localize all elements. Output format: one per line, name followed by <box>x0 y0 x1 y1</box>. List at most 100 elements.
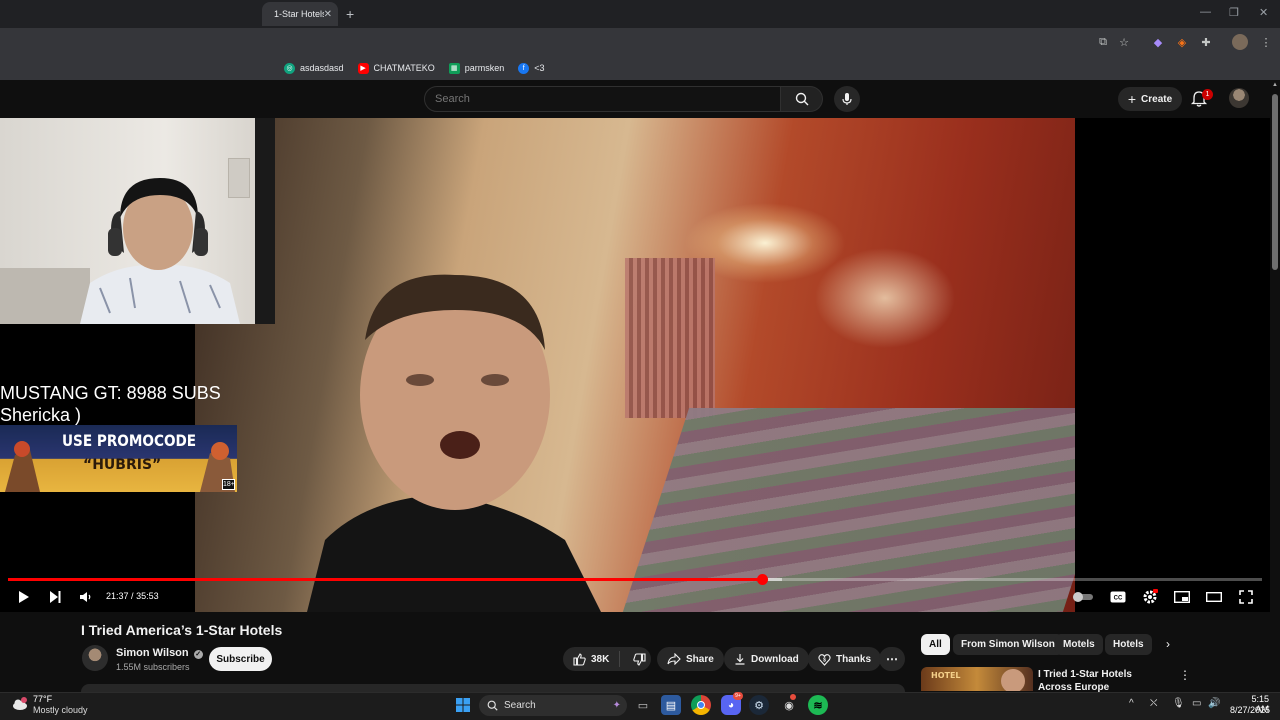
volume-tray-icon[interactable]: 🔊 <box>1208 698 1220 709</box>
video-frame <box>195 118 1075 612</box>
next-button[interactable] <box>46 588 64 606</box>
captions-button[interactable]: CC <box>1108 588 1128 606</box>
recommended-title[interactable]: I Tried 1-Star Hotels Across Europe <box>1038 668 1168 692</box>
autoplay-toggle[interactable] <box>1072 588 1094 606</box>
channel-name[interactable]: Simon Wilson ✓ <box>116 647 203 659</box>
scroll-up-icon[interactable]: ▲ <box>1272 82 1278 88</box>
plus-icon: + <box>1127 91 1137 107</box>
search-icon <box>795 92 808 106</box>
bookmark-item[interactable]: f <3 <box>518 62 545 74</box>
promo-banner: USE PROMOCODE “HUBRIS” 18+ <box>0 425 237 492</box>
install-app-icon[interactable]: ⧉ <box>1095 34 1111 50</box>
microphone-tray-icon[interactable]: 🎙 <box>1172 698 1185 709</box>
close-window-icon[interactable]: ✕ <box>1259 6 1268 19</box>
sub-goal-line: MUSTANG GT: 8988 SUBS <box>0 383 221 403</box>
tray-overflow-icon[interactable]: ^ <box>1129 698 1134 709</box>
bookmark-item[interactable]: ▦ parmsken <box>448 62 504 74</box>
new-tab-button[interactable]: + <box>346 6 354 22</box>
taskbar-search[interactable]: Search ✦ <box>479 695 627 716</box>
bookmark-item[interactable]: ▶ CHATMATEKO <box>357 62 435 74</box>
settings-button[interactable] <box>1140 588 1160 606</box>
verified-check-icon: ✓ <box>193 650 203 659</box>
browser-tab-bar <box>0 0 1280 28</box>
recommended-menu-icon[interactable]: ⋮ <box>1179 668 1191 682</box>
video-curtain-shape <box>625 258 715 418</box>
webcam-door <box>255 118 275 324</box>
copilot-art-icon: ✦ <box>612 700 621 711</box>
webcam-bed <box>0 268 90 324</box>
microphone-icon <box>842 93 852 105</box>
menu-kebab-icon[interactable]: ⋮ <box>1258 34 1274 50</box>
mute-button[interactable] <box>76 588 94 606</box>
display-icon[interactable]: ▭ <box>1192 698 1201 709</box>
video-person-shape <box>307 274 601 612</box>
thumbs-up-icon <box>573 652 586 666</box>
fullscreen-button[interactable] <box>1236 588 1256 606</box>
extensions-puzzle-icon[interactable]: ✚ <box>1198 34 1214 50</box>
promo-code: “HUBRIS” <box>83 457 162 473</box>
voice-search-button[interactable] <box>834 86 860 112</box>
create-button[interactable]: + Create <box>1118 87 1182 111</box>
search-button[interactable] <box>781 86 823 112</box>
chip-from-channel[interactable]: From Simon Wilson <box>953 634 1063 655</box>
download-button[interactable]: Download <box>724 647 809 671</box>
more-actions-button[interactable]: ⋯ <box>879 647 905 671</box>
svg-text:CC: CC <box>1114 596 1123 602</box>
clock-date[interactable]: 8/27/2025 <box>1222 705 1270 715</box>
app-circle-icon[interactable]: ◉ <box>779 695 799 715</box>
extension-fox-icon[interactable]: ◈ <box>1174 34 1190 50</box>
theater-mode-button[interactable] <box>1204 588 1224 606</box>
weather-cloud-icon[interactable] <box>11 696 29 712</box>
share-arrow-icon <box>667 653 681 665</box>
video-player[interactable] <box>0 118 1270 612</box>
dislike-button[interactable] <box>625 652 654 666</box>
chip-motels[interactable]: Motels <box>1055 634 1103 655</box>
extension-icon[interactable]: ◆ <box>1150 34 1166 50</box>
maximize-icon[interactable]: ❐ <box>1229 6 1239 19</box>
download-icon <box>735 654 745 665</box>
video-title: I Tried America’s 1-Star Hotels <box>81 622 283 638</box>
spotify-icon[interactable]: ≋ <box>808 695 828 715</box>
promo-line-1: USE PROMOCODE <box>62 431 197 450</box>
chip-hotels[interactable]: Hotels <box>1105 634 1152 655</box>
time-display: 21:37 / 35:53 <box>106 591 159 601</box>
miniplayer-button[interactable] <box>1172 588 1192 606</box>
svg-text:$: $ <box>823 657 826 663</box>
browser-tab[interactable]: 1-Star Hotels ✕ <box>262 2 338 26</box>
more-horizontal-icon: ⋯ <box>886 652 898 666</box>
search-input[interactable] <box>424 86 781 112</box>
task-view-icon[interactable]: ▭ <box>633 695 653 715</box>
thumbnail-text: HOTEL <box>931 671 961 680</box>
minimize-icon[interactable]: — <box>1200 6 1211 18</box>
like-dislike-group: 38K <box>563 647 651 671</box>
windows-start-icon[interactable] <box>453 695 473 715</box>
share-button[interactable]: Share <box>657 647 724 671</box>
star-bookmark-icon[interactable]: ☆ <box>1116 34 1132 50</box>
subscribe-button[interactable]: Subscribe <box>209 647 272 671</box>
profile-avatar-icon[interactable] <box>1232 34 1248 50</box>
thanks-button[interactable]: $ Thanks <box>808 647 882 671</box>
chrome-icon[interactable] <box>691 695 711 715</box>
theater-mode-icon <box>1206 592 1222 602</box>
bookmark-item[interactable]: ◎ asdasdasd <box>284 62 344 74</box>
play-button[interactable] <box>14 588 32 606</box>
steam-icon[interactable]: ⚙ <box>749 695 769 715</box>
weather-temperature[interactable]: 77°F <box>33 694 52 704</box>
webcam-overlay <box>0 118 275 324</box>
account-avatar[interactable] <box>1229 88 1249 108</box>
like-button[interactable]: 38K <box>563 651 621 667</box>
channel-avatar[interactable] <box>82 645 108 671</box>
microsoft-store-icon[interactable]: ▤ <box>661 695 681 715</box>
recommended-thumbnail[interactable]: HOTEL <box>921 667 1033 691</box>
chip-all[interactable]: All <box>921 634 950 655</box>
gear-icon <box>1143 589 1158 604</box>
bookmarks-bar: ◎ asdasdasd ▶ CHATMATEKO ▦ parmsken f <3 <box>0 56 1280 80</box>
donor-line: Shericka ) <box>0 405 82 425</box>
network-off-icon[interactable]: ⛌ <box>1150 698 1157 709</box>
scrollbar-thumb[interactable] <box>1272 94 1278 270</box>
tab-close-icon[interactable]: ✕ <box>324 9 332 20</box>
webcam-person <box>80 178 240 324</box>
search-icon <box>487 700 498 711</box>
weather-description[interactable]: Mostly cloudy <box>33 705 88 715</box>
chevron-right-icon[interactable]: › <box>1166 637 1170 651</box>
